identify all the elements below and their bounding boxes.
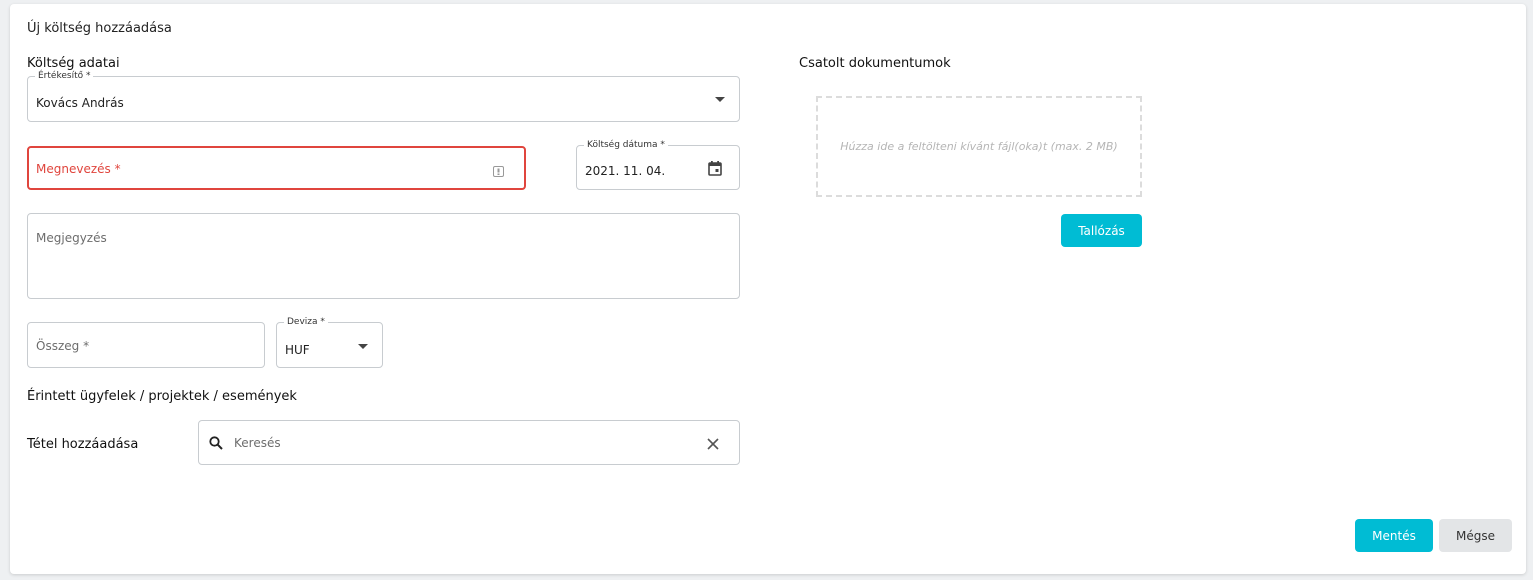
seller-value: Kovács András [36,96,124,110]
currency-select[interactable]: Deviza * HUF [276,317,383,368]
name-placeholder: Megnevezés * [36,162,121,176]
chevron-down-icon[interactable] [358,344,368,349]
expense-section-title: Költség adatai [27,56,120,71]
attachments-section-title: Csatolt dokumentumok [799,56,951,71]
expense-date-value: 2021. 11. 04. [585,164,666,178]
add-item-label: Tétel hozzáadása [27,437,139,452]
dropzone-text: Húzza ide a feltölteni kívánt fájl(oka)t… [840,140,1118,153]
currency-label: Deviza * [284,317,328,328]
note-textarea[interactable]: Megjegyzés [27,213,740,299]
calendar-icon[interactable] [708,161,722,176]
keyboard-icon [493,166,504,177]
seller-select[interactable]: Értékesítő * Kovács András [27,71,740,122]
close-icon[interactable] [707,438,719,450]
amount-placeholder: Összeg * [36,339,90,353]
search-input[interactable]: Keresés [198,420,740,465]
save-button[interactable]: Mentés [1355,519,1433,552]
seller-label: Értékesítő * [35,71,94,82]
dialog-title: Új költség hozzáadása [27,21,172,36]
amount-input[interactable]: Összeg * [27,322,265,368]
expense-date-label: Költség dátuma * [584,140,668,151]
cancel-button[interactable]: Mégse [1439,519,1512,552]
search-icon [209,436,223,450]
file-dropzone[interactable]: Húzza ide a feltölteni kívánt fájl(oka)t… [816,96,1142,197]
expense-date-field[interactable]: Költség dátuma * 2021. 11. 04. [576,140,740,190]
related-section-title: Érintett ügyfelek / projektek / eseménye… [27,389,297,404]
browse-button[interactable]: Tallózás [1061,214,1142,247]
currency-value: HUF [285,343,310,357]
note-placeholder: Megjegyzés [36,231,107,245]
dialog-card: Új költség hozzáadása Költség adatai Ért… [10,4,1526,574]
chevron-down-icon[interactable] [715,97,725,102]
search-placeholder: Keresés [234,436,281,450]
name-field[interactable]: Megnevezés * [27,146,526,190]
